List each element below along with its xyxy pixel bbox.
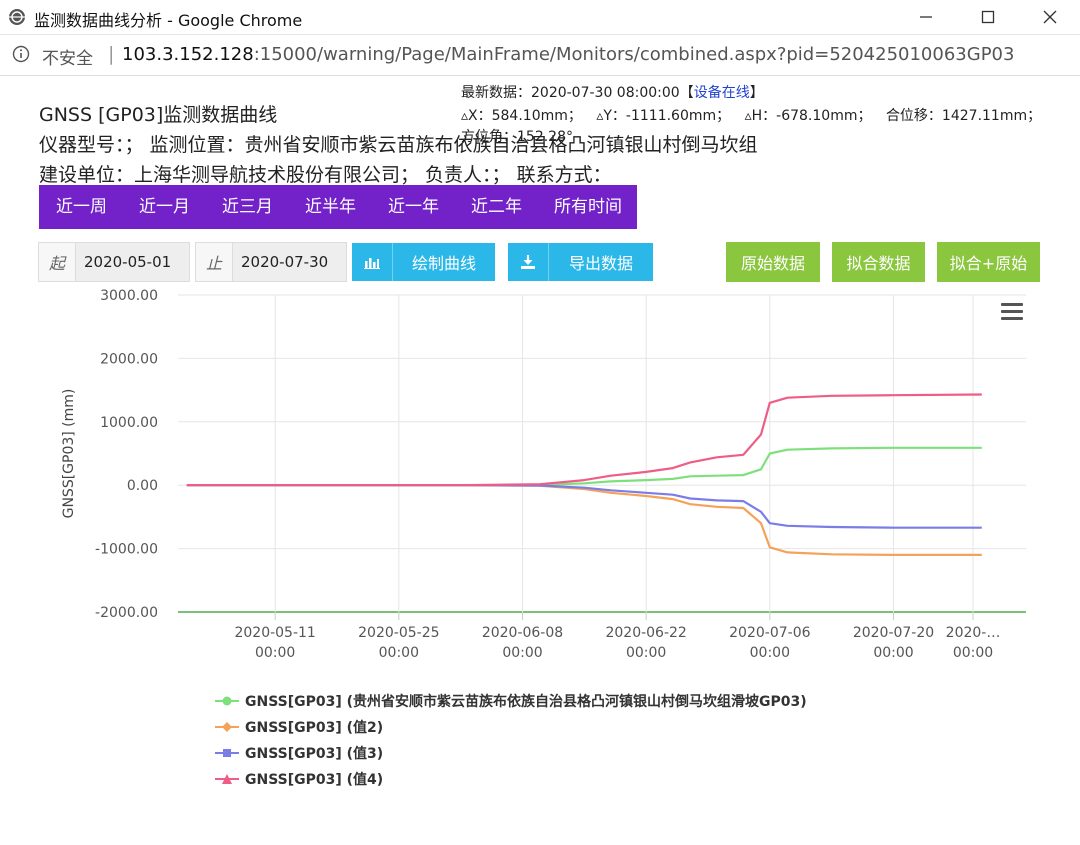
info-icon[interactable] <box>12 45 30 63</box>
minimize-icon <box>920 16 932 18</box>
y-tick-label: 2000.00 <box>100 351 158 367</box>
legend-label: GNSS[GP03] (值3) <box>245 746 384 762</box>
x-tick-time: 00:00 <box>873 645 913 661</box>
period-halfyear[interactable]: 近半年 <box>288 185 371 229</box>
azimuth: 方位角：152.28° <box>461 129 573 145</box>
y-tick-label: -1000.00 <box>95 542 158 558</box>
builder-info: 建设单位：上海华测导航技术股份有限公司； 负责人：； 联系方式： <box>39 164 612 186</box>
export-data-button[interactable]: 导出数据 <box>508 243 653 281</box>
legend-item[interactable]: GNSS[GP03] (贵州省安顺市紫云苗族布依族自治县格凸河镇银山村倒马坎组滑… <box>215 688 807 714</box>
start-date-value[interactable]: 2020-05-01 <box>76 253 171 271</box>
period-bar: 近一周 近一月 近三月 近半年 近一年 近二年 所有时间 <box>39 185 637 229</box>
period-2years[interactable]: 近二年 <box>454 185 537 229</box>
fitted-raw-button[interactable]: 拟合+原始 <box>937 242 1040 282</box>
maximize-icon <box>981 10 995 24</box>
draw-curve-label: 绘制曲线 <box>411 254 476 273</box>
url-path: :15000/warning/Page/MainFrame/Monitors/c… <box>253 44 1015 65</box>
window-titlebar: 监测数据曲线分析 - Google Chrome <box>0 0 1080 35</box>
y-tick-label: 3000.00 <box>100 288 158 304</box>
chart-menu-icon[interactable] <box>1001 303 1023 320</box>
total-displacement: 合位移：1427.11mm； <box>885 108 1042 124</box>
x-tick-time: 00:00 <box>750 645 790 661</box>
delta-x: ▵X：584.10mm； <box>461 108 582 124</box>
menu-bar <box>1001 317 1023 320</box>
y-tick-label: -2000.00 <box>95 605 158 621</box>
close-icon <box>1043 10 1057 24</box>
latest-data: 最新数据：2020-07-30 08:00:00【设备在线】 <box>461 82 764 102</box>
x-tick-time: 00:00 <box>502 645 542 661</box>
displacement-values: ▵X：584.10mm； ▵Y：-1111.60mm； ▵H：-678.10mm… <box>461 105 1051 125</box>
period-3months[interactable]: 近三月 <box>205 185 288 229</box>
x-tick-label: 2020-07-20 <box>853 625 934 641</box>
x-tick-time: 00:00 <box>379 645 419 661</box>
legend-label: GNSS[GP03] (值4) <box>245 772 384 788</box>
legend-marker-square-icon <box>215 749 239 757</box>
x-tick-label: 2020-06-08 <box>482 625 563 641</box>
y-axis-title: GNSS[GP03] (mm) <box>61 389 77 519</box>
period-year[interactable]: 近一年 <box>371 185 454 229</box>
legend-item[interactable]: GNSS[GP03] (值4) <box>215 766 807 792</box>
window-title: 监测数据曲线分析 - Google Chrome <box>34 11 303 30</box>
legend-label: GNSS[GP03] (贵州省安顺市紫云苗族布依族自治县格凸河镇银山村倒马坎组滑… <box>245 694 807 710</box>
raw-data-button[interactable]: 原始数据 <box>726 242 820 282</box>
x-tick-label: 2020-05-11 <box>234 625 315 641</box>
series-line-4 <box>186 393 982 487</box>
bar-chart-icon <box>352 243 393 281</box>
period-all[interactable]: 所有时间 <box>537 185 637 229</box>
download-icon <box>508 243 549 281</box>
chrome-globe-icon <box>9 9 25 25</box>
close-button[interactable] <box>1024 0 1076 34</box>
insecure-label[interactable]: 不安全 <box>42 44 93 69</box>
x-tick-time: 00:00 <box>626 645 666 661</box>
export-data-label: 导出数据 <box>568 254 633 273</box>
delta-y: ▵Y：-1111.60mm； <box>596 108 731 124</box>
x-tick-time: 00:00 <box>255 645 295 661</box>
draw-curve-button[interactable]: 绘制曲线 <box>352 243 495 281</box>
minimize-button[interactable] <box>900 0 952 34</box>
legend-marker-diamond-icon <box>215 722 239 732</box>
chart-legend: GNSS[GP03] (贵州省安顺市紫云苗族布依族自治县格凸河镇银山村倒马坎组滑… <box>215 688 807 792</box>
end-date-field[interactable]: 止 2020-07-30 <box>195 242 347 282</box>
y-tick-label: 0.00 <box>127 478 158 494</box>
period-month[interactable]: 近一月 <box>122 185 205 229</box>
start-date-label: 起 <box>39 243 76 281</box>
address-bar[interactable]: 不安全 | 103.3.152.128:15000/warning/Page/M… <box>0 35 1080 76</box>
end-date-label: 止 <box>196 243 233 281</box>
url-host: 103.3.152.128 <box>122 44 254 65</box>
legend-marker-circle-icon <box>215 696 239 706</box>
divider: | <box>108 43 115 65</box>
url-text[interactable]: 103.3.152.128:15000/warning/Page/MainFra… <box>122 44 1014 65</box>
legend-label: GNSS[GP03] (值2) <box>245 720 384 736</box>
y-tick-label: 1000.00 <box>100 415 158 431</box>
page-title: GNSS [GP03]监测数据曲线 <box>39 104 278 126</box>
legend-item[interactable]: GNSS[GP03] (值3) <box>215 740 807 766</box>
menu-bar <box>1001 310 1023 313</box>
x-tick-label: 2020-06-22 <box>605 625 686 641</box>
latest-prefix: 最新数据：2020-07-30 08:00:00【 <box>461 85 694 101</box>
fitted-data-button[interactable]: 拟合数据 <box>832 242 925 282</box>
page-content: GNSS [GP03]监测数据曲线 仪器型号：； 监测位置：贵州省安顺市紫云苗族… <box>0 76 1080 845</box>
x-tick-label: 2020-… <box>946 625 1001 641</box>
start-date-field[interactable]: 起 2020-05-01 <box>38 242 190 282</box>
legend-item[interactable]: GNSS[GP03] (值2) <box>215 714 807 740</box>
device-status: 设备在线 <box>693 85 750 101</box>
x-tick-time: 00:00 <box>953 645 993 661</box>
x-tick-label: 2020-07-06 <box>729 625 810 641</box>
legend-marker-triangle-icon <box>215 774 239 784</box>
latest-suffix: 】 <box>749 85 764 101</box>
series-line-3 <box>186 484 982 529</box>
delta-h: ▵H：-678.10mm； <box>744 108 872 124</box>
menu-bar <box>1001 303 1023 306</box>
instrument-info: 仪器型号：； 监测位置：贵州省安顺市紫云苗族布依族自治县格凸河镇银山村倒马坎组 <box>39 134 758 156</box>
x-tick-label: 2020-05-25 <box>358 625 439 641</box>
end-date-value[interactable]: 2020-07-30 <box>233 253 328 271</box>
series-line-2 <box>186 484 982 556</box>
period-week[interactable]: 近一周 <box>39 185 122 229</box>
maximize-button[interactable] <box>962 0 1014 34</box>
